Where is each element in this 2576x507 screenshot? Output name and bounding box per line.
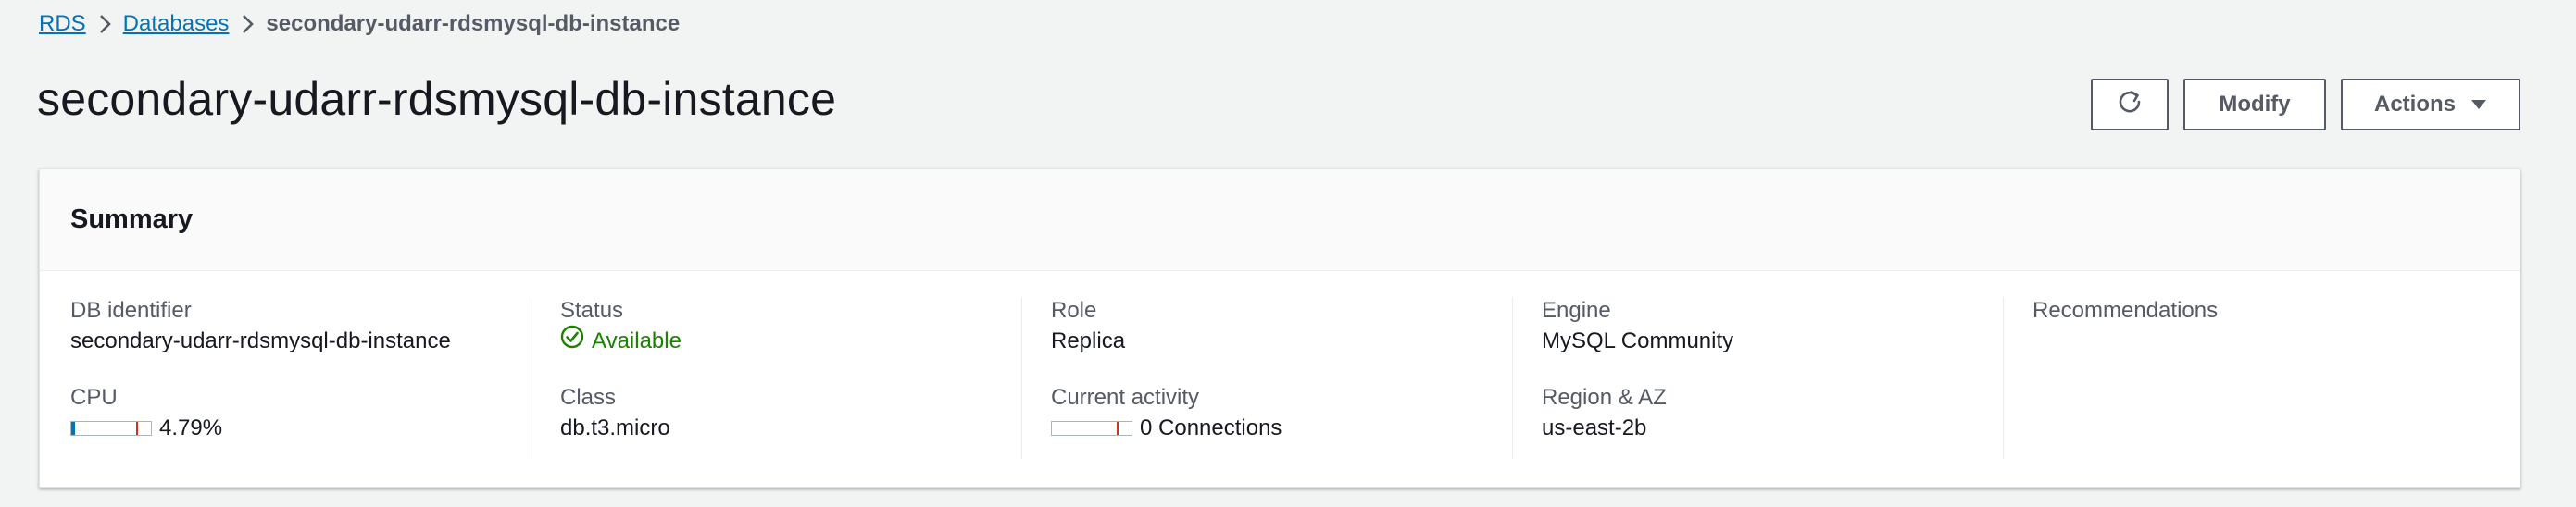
engine-label: Engine — [1542, 298, 1611, 323]
cpu-meter-fill — [71, 422, 76, 435]
region-az-label: Region & AZ — [1542, 385, 1667, 410]
actions-dropdown-button[interactable]: Actions — [2341, 79, 2520, 130]
db-identifier-label: DB identifier — [70, 298, 192, 323]
current-activity-field: Current activity 0 Connections — [1051, 384, 1512, 445]
breadcrumb: RDS Databases secondary-udarr-rdsmysql-d… — [39, 9, 680, 39]
current-activity-value: 0 Connections — [1140, 415, 1282, 440]
class-field: Class db.t3.micro — [560, 384, 1021, 445]
role-value: Replica — [1051, 328, 1126, 353]
summary-column-1: DB identifier secondary-udarr-rdsmysql-d… — [40, 297, 531, 488]
cpu-label: CPU — [70, 385, 118, 410]
recommendations-field: Recommendations — [2032, 297, 2494, 325]
summary-header: Summary — [40, 169, 2520, 271]
role-label: Role — [1051, 298, 1097, 323]
cpu-value: 4.79% — [159, 415, 223, 440]
class-label: Class — [560, 385, 617, 410]
status-label: Status — [560, 298, 624, 323]
connections-meter-threshold — [1117, 422, 1119, 435]
engine-value: MySQL Community — [1542, 328, 1734, 353]
db-identifier-value: secondary-udarr-rdsmysql-db-instance — [70, 328, 451, 353]
caret-down-icon — [2470, 92, 2487, 117]
summary-column-5: Recommendations — [2003, 297, 2494, 488]
refresh-icon — [2116, 88, 2144, 122]
breadcrumb-databases-link[interactable]: Databases — [123, 11, 230, 37]
class-value: db.t3.micro — [560, 415, 670, 440]
summary-column-2: Status Available Class db.t3.micro — [531, 297, 1021, 488]
status-field: Status Available — [560, 297, 1021, 358]
summary-column-3: Role Replica Current activity 0 Connecti… — [1021, 297, 1512, 488]
refresh-button[interactable] — [2091, 79, 2169, 130]
check-circle-icon — [560, 325, 584, 359]
status-value-row: Available — [560, 325, 1021, 358]
recommendations-label: Recommendations — [2032, 298, 2219, 323]
cpu-meter-threshold — [136, 422, 138, 435]
cpu-field: CPU 4.79% — [70, 384, 531, 445]
summary-title: Summary — [70, 204, 194, 234]
region-az-value: us-east-2b — [1542, 415, 1647, 440]
role-field: Role Replica — [1051, 297, 1512, 358]
header-actions: Modify Actions — [2091, 79, 2520, 130]
region-az-field: Region & AZ us-east-2b — [1542, 384, 2003, 445]
summary-column-4: Engine MySQL Community Region & AZ us-ea… — [1512, 297, 2003, 488]
current-activity-label: Current activity — [1051, 385, 1200, 410]
summary-panel: Summary DB identifier secondary-udarr-rd… — [39, 168, 2520, 488]
modify-button[interactable]: Modify — [2183, 79, 2326, 130]
actions-label: Actions — [2373, 92, 2456, 117]
breadcrumb-current: secondary-udarr-rdsmysql-db-instance — [266, 11, 681, 36]
summary-body: DB identifier secondary-udarr-rdsmysql-d… — [40, 271, 2520, 488]
db-identifier-field: DB identifier secondary-udarr-rdsmysql-d… — [70, 297, 531, 358]
chevron-right-icon — [86, 14, 123, 34]
engine-field: Engine MySQL Community — [1542, 297, 2003, 358]
breadcrumb-rds-link[interactable]: RDS — [39, 11, 86, 37]
cpu-meter — [70, 421, 152, 436]
page-title: secondary-udarr-rdsmysql-db-instance — [37, 73, 837, 125]
status-value: Available — [592, 328, 682, 353]
chevron-right-icon — [229, 14, 266, 34]
connections-meter — [1051, 421, 1132, 436]
cpu-meter-row: 4.79% — [70, 412, 531, 445]
current-activity-meter-row: 0 Connections — [1051, 412, 1512, 445]
